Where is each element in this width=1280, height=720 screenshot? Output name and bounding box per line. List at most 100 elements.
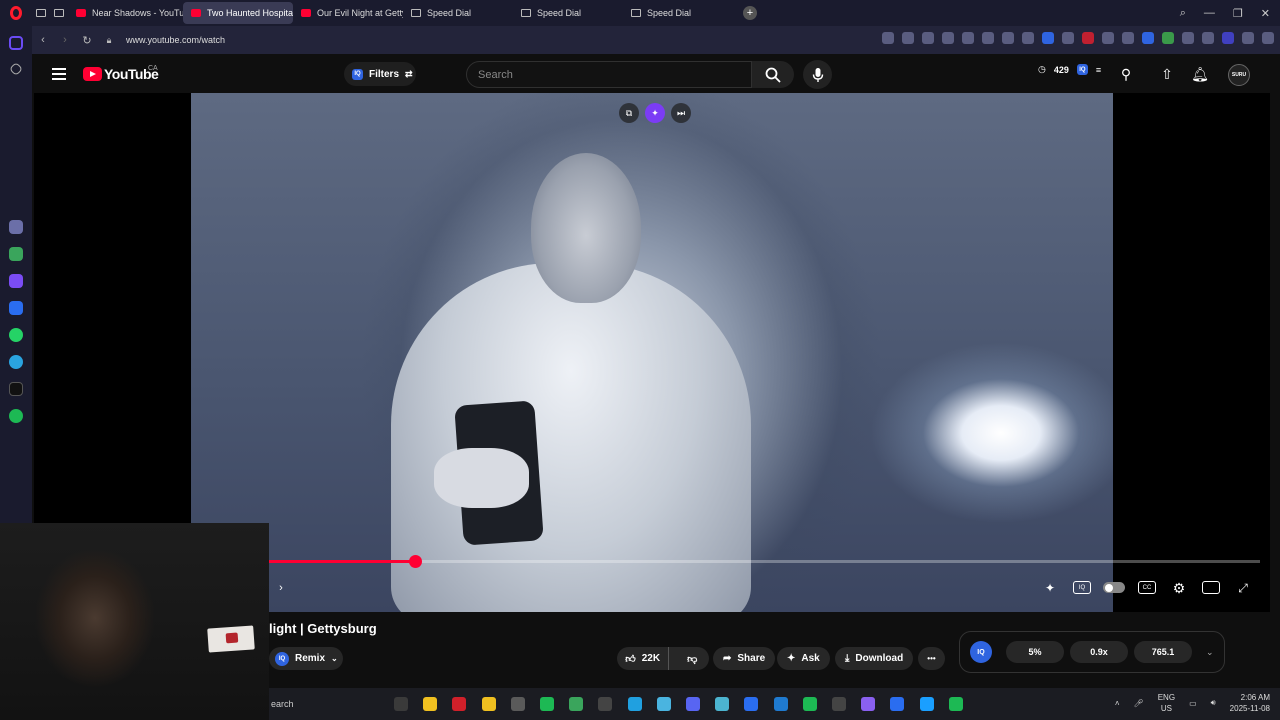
star-icon[interactable] [8, 61, 24, 77]
taskbar-app-icon[interactable] [394, 697, 408, 711]
chevron-down-icon[interactable]: ⌄ [1206, 647, 1214, 658]
hamburger-menu-icon[interactable] [52, 68, 66, 80]
mic-icon[interactable]: 🎤︎ [1134, 699, 1144, 708]
dislike-button[interactable]: 👎︎ [675, 653, 709, 665]
taskbar-clock[interactable]: 2:06 AM 2025-11-08 [1230, 692, 1270, 714]
taskbar-app-icon[interactable] [832, 697, 846, 711]
tab-search-icon[interactable]: ⌕ [1180, 7, 1186, 20]
avatar[interactable]: SURU [1228, 64, 1250, 86]
tab-3[interactable]: Speed Dial [403, 2, 513, 24]
extension-icon[interactable] [1062, 32, 1074, 44]
remix-button[interactable]: IQ Remix ⌄ [269, 647, 343, 670]
share-button[interactable]: ➦ Share [713, 647, 776, 670]
cs-icon[interactable] [9, 274, 23, 288]
taskbar-app-icon[interactable] [510, 697, 525, 711]
tab-4[interactable]: Speed Dial [513, 2, 623, 24]
taskbar-app-icon[interactable] [481, 697, 496, 711]
like-button[interactable]: 👍︎ 22K [617, 647, 670, 670]
fullscreen-icon[interactable]: ⤢ [1233, 578, 1253, 598]
taskbar-app-icon[interactable] [948, 697, 963, 711]
iq-stat-percent[interactable]: 5% [1006, 641, 1064, 663]
taskbar-app-icon[interactable] [598, 697, 613, 711]
restore-icon[interactable]: ❐ [1233, 7, 1243, 20]
snapshot-icon[interactable] [882, 32, 894, 44]
extension-icon[interactable] [1142, 32, 1154, 44]
profile-icon[interactable] [1242, 32, 1254, 44]
home-icon[interactable] [9, 36, 23, 50]
play-icon[interactable] [942, 32, 954, 44]
url-field[interactable]: www.youtube.com/watch [126, 35, 225, 45]
minimize-icon[interactable]: — [1204, 7, 1215, 19]
network-icon[interactable]: ▭ [1189, 699, 1197, 708]
reload-icon[interactable]: ↻ [76, 34, 98, 47]
telegram-icon[interactable] [9, 355, 23, 369]
progress-bar[interactable] [269, 555, 1260, 568]
tab-1[interactable]: Two Haunted Hospita [183, 2, 293, 24]
chapter-chevron-icon[interactable]: › [271, 578, 291, 598]
extension-icon[interactable] [1182, 32, 1194, 44]
spotify-icon[interactable] [9, 409, 23, 423]
iq-stat-score[interactable]: 765.1 [1134, 641, 1192, 663]
taskbar-app-icon[interactable] [569, 697, 584, 711]
back-icon[interactable]: ‹ [32, 34, 54, 46]
tray-chevron-icon[interactable]: ˄ [1115, 699, 1120, 708]
forward-icon[interactable]: › [54, 34, 76, 46]
theater-mode-icon[interactable] [1202, 581, 1220, 594]
tab-pinned-2[interactable] [50, 2, 68, 24]
notifications-bell-icon[interactable]: 🔔︎ [1191, 65, 1209, 83]
iq-stat-speed[interactable]: 0.9x [1070, 641, 1128, 663]
youtube-logo-icon[interactable] [83, 67, 102, 81]
search-input[interactable] [467, 62, 751, 87]
captions-button[interactable]: CC [1138, 581, 1156, 594]
queue-icon[interactable]: ≡ [1096, 65, 1101, 75]
shield-icon[interactable] [922, 32, 934, 44]
extension-icon[interactable] [1162, 32, 1174, 44]
ai-sparkle-icon[interactable]: ✦ [645, 103, 665, 123]
settings-gear-icon[interactable]: ⚙ [1169, 578, 1189, 598]
upload-icon[interactable]: ⇧ [1158, 65, 1176, 83]
taskbar-app-icon[interactable] [802, 697, 817, 711]
opera-logo-icon[interactable] [0, 0, 32, 26]
taskbar-app-icon[interactable] [919, 697, 934, 711]
taskbar-app-icon[interactable] [423, 697, 438, 711]
miniplayer-icon[interactable]: ⧉ [619, 103, 639, 123]
tab-0[interactable]: Near Shadows - YouTube [68, 2, 183, 24]
iq-logo-icon[interactable]: IQ [970, 641, 992, 663]
taskbar-app-icon[interactable] [744, 697, 759, 711]
extension-badge-icon[interactable]: ⚲ [1117, 65, 1135, 83]
taskbar-search[interactable]: earch [269, 693, 389, 715]
progress-scrubber[interactable] [408, 555, 422, 568]
extension-icon[interactable] [1082, 32, 1094, 44]
aria-icon[interactable] [9, 220, 23, 234]
close-icon[interactable]: ✕ [1261, 7, 1270, 20]
whatsapp-icon[interactable] [9, 328, 23, 342]
extension-icon[interactable] [1042, 32, 1054, 44]
ask-button[interactable]: ✦ Ask [777, 647, 830, 670]
chatgpt-icon[interactable] [9, 247, 23, 261]
video-frame[interactable] [191, 93, 1113, 612]
extension-icon[interactable] [1222, 32, 1234, 44]
taskbar-app-icon[interactable] [627, 697, 642, 711]
taskbar-app-icon[interactable] [540, 697, 554, 711]
extension-icon[interactable] [1022, 32, 1034, 44]
download-button[interactable]: ⤓ Download [835, 647, 914, 670]
new-tab-button[interactable]: + [743, 6, 757, 20]
iq-player-icon[interactable]: IQ [1073, 581, 1091, 594]
tab-pinned[interactable] [32, 2, 50, 24]
extension-icon[interactable] [1102, 32, 1114, 44]
tab-5[interactable]: Speed Dial [623, 2, 733, 24]
extension-icon[interactable] [1202, 32, 1214, 44]
taskbar-app-icon[interactable] [715, 697, 730, 711]
more-actions-button[interactable]: ••• [918, 647, 945, 670]
menu-icon[interactable] [1002, 32, 1014, 44]
settings-icon[interactable] [1262, 32, 1274, 44]
x-icon[interactable] [9, 382, 23, 396]
camera-icon[interactable] [902, 32, 914, 44]
extension-icon[interactable] [1122, 32, 1134, 44]
ai-summary-icon[interactable]: ✦ [1040, 578, 1060, 598]
taskbar-app-icon[interactable] [656, 697, 671, 711]
skip-icon[interactable]: ⏭︎ [671, 103, 691, 123]
heart-icon[interactable] [962, 32, 974, 44]
taskbar-app-icon[interactable] [686, 697, 700, 711]
voice-search-button[interactable] [803, 60, 832, 89]
